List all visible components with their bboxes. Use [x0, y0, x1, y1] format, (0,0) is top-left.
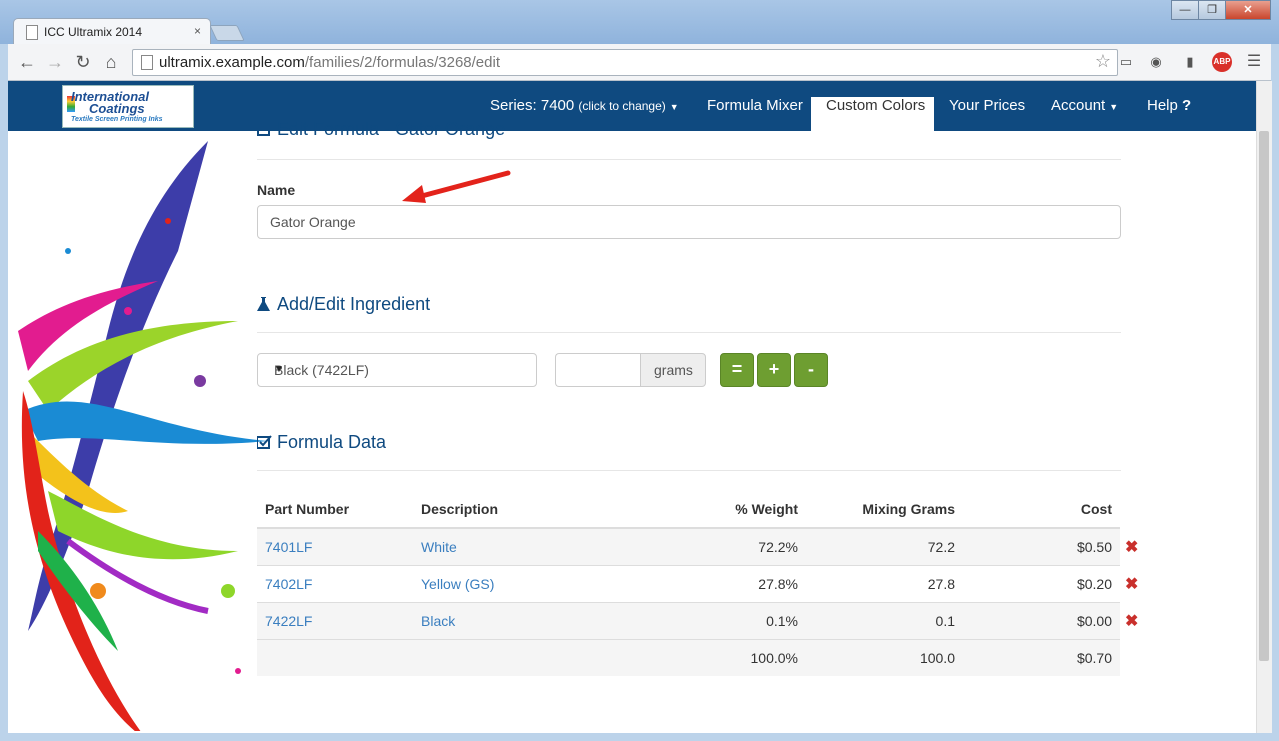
- international-coatings-logo[interactable]: International Coatings Textile Screen Pr…: [62, 85, 194, 128]
- add-edit-ingredient-heading: Add/Edit Ingredient: [257, 294, 430, 315]
- grams-addon: grams: [640, 353, 706, 387]
- part-number-link[interactable]: 7401LF: [265, 539, 312, 555]
- adblock-icon[interactable]: ABP: [1212, 52, 1232, 72]
- description-link[interactable]: Black: [421, 613, 455, 629]
- red-arrow-annotation-icon: [402, 170, 511, 203]
- tab-title: ICC Ultramix 2014: [44, 25, 143, 39]
- grams-cell: 27.8: [927, 576, 955, 592]
- tab-close-icon[interactable]: ×: [194, 24, 201, 38]
- bookmark-star-icon[interactable]: ☆: [1095, 51, 1111, 72]
- cost-cell: $0.50: [1076, 539, 1112, 555]
- part-number-link[interactable]: 7402LF: [265, 576, 312, 592]
- col-cost[interactable]: Cost: [1081, 501, 1112, 517]
- table-row: 7422LF Black 0.1% 0.1 $0.00: [257, 602, 1120, 639]
- ingredient-select[interactable]: Black (7422LF) ▼: [257, 353, 537, 387]
- maximize-button[interactable]: ❐: [1198, 0, 1226, 20]
- description-link[interactable]: White: [421, 539, 457, 555]
- set-grams-button[interactable]: =: [720, 353, 754, 387]
- description-link[interactable]: Yellow (GS): [421, 576, 494, 592]
- nav-account-dropdown[interactable]: Account ▼: [1051, 97, 1118, 114]
- total-grams: 100.0: [919, 650, 955, 666]
- page-icon: [141, 55, 153, 70]
- reload-icon[interactable]: ↻: [72, 51, 94, 73]
- forward-arrow-icon[interactable]: →: [44, 51, 66, 73]
- name-input[interactable]: Gator Orange: [257, 205, 1121, 239]
- nav-help[interactable]: Help ?: [1147, 97, 1191, 114]
- home-icon[interactable]: ⌂: [100, 51, 122, 73]
- delete-row-icon[interactable]: ✖: [1125, 611, 1138, 631]
- menu-icon[interactable]: ☰: [1244, 52, 1264, 72]
- weight-cell: 72.2%: [758, 539, 798, 555]
- formula-data-heading: Formula Data: [256, 432, 386, 453]
- tab-strip: ICC Ultramix 2014 × — ❐ ✕: [0, 0, 1279, 45]
- address-bar[interactable]: ultramix.example.com/families/2/formulas…: [132, 49, 1118, 76]
- nav-series-dropdown[interactable]: Series: 7400 (click to change) ▼: [490, 97, 679, 114]
- checklist-icon: [256, 433, 272, 449]
- scrollbar-thumb[interactable]: [1259, 131, 1269, 661]
- back-arrow-icon[interactable]: ←: [16, 51, 38, 73]
- name-input-value: Gator Orange: [270, 214, 356, 230]
- question-icon: ?: [1182, 97, 1192, 114]
- add-grams-button[interactable]: +: [757, 353, 791, 387]
- totals-row: 100.0% 100.0 $0.70: [257, 639, 1120, 676]
- page-content: International Coatings Textile Screen Pr…: [8, 81, 1256, 733]
- cost-cell: $0.00: [1076, 613, 1112, 629]
- logo-text-line2: Coatings: [89, 101, 145, 116]
- logo-tagline: Textile Screen Printing Inks: [71, 116, 163, 123]
- col-weight[interactable]: % Weight: [735, 501, 798, 517]
- divider: [257, 332, 1121, 333]
- nav-custom-colors[interactable]: Custom Colors: [826, 97, 925, 114]
- divider: [257, 159, 1121, 160]
- total-weight: 100.0%: [750, 650, 798, 666]
- browser-tab[interactable]: ICC Ultramix 2014 ×: [13, 18, 211, 45]
- browser-window: ICC Ultramix 2014 × — ❐ ✕ ← → ↻ ⌂ ultram…: [0, 0, 1279, 741]
- weight-cell: 27.8%: [758, 576, 798, 592]
- cast-icon[interactable]: ▭: [1116, 52, 1136, 72]
- col-description[interactable]: Description: [421, 501, 498, 517]
- minimize-button[interactable]: —: [1171, 0, 1199, 20]
- delete-row-icon[interactable]: ✖: [1125, 537, 1138, 557]
- edit-icon: [257, 123, 270, 136]
- close-window-button[interactable]: ✕: [1225, 0, 1271, 20]
- caret-down-icon: ▼: [669, 102, 679, 112]
- flask-icon: [257, 295, 270, 311]
- nav-formula-mixer[interactable]: Formula Mixer: [707, 97, 803, 114]
- edit-formula-heading: Edit Formula - Gator Orange: [257, 119, 505, 140]
- browser-toolbar: ← → ↻ ⌂ ultramix.example.com/families/2/…: [8, 44, 1271, 81]
- page-scrollbar[interactable]: [1256, 81, 1272, 733]
- subtract-grams-button[interactable]: -: [794, 353, 828, 387]
- grams-input[interactable]: [555, 353, 640, 387]
- extension-icon[interactable]: ◉: [1146, 52, 1166, 72]
- formula-table-header: Part Number Description % Weight Mixing …: [257, 491, 1120, 529]
- name-label: Name: [257, 182, 296, 198]
- grams-cell: 72.2: [927, 539, 955, 555]
- table-row: 7402LF Yellow (GS) 27.8% 27.8 $0.20: [257, 565, 1120, 602]
- divider: [257, 470, 1121, 471]
- col-part-number[interactable]: Part Number: [265, 501, 349, 517]
- weight-cell: 0.1%: [766, 613, 798, 629]
- url-text: ultramix.example.com/families/2/formulas…: [159, 54, 500, 71]
- site-navbar: International Coatings Textile Screen Pr…: [8, 81, 1256, 131]
- phone-extension-icon[interactable]: ▮: [1180, 52, 1200, 72]
- delete-row-icon[interactable]: ✖: [1125, 574, 1138, 594]
- part-number-link[interactable]: 7422LF: [265, 613, 312, 629]
- nav-your-prices[interactable]: Your Prices: [949, 97, 1025, 114]
- window-controls: — ❐ ✕: [1171, 0, 1271, 20]
- select-arrow-icon: ▼: [274, 364, 284, 375]
- caret-down-icon: ▼: [1109, 102, 1119, 112]
- grams-cell: 0.1: [935, 613, 955, 629]
- total-cost: $0.70: [1076, 650, 1112, 666]
- page-favicon-icon: [26, 25, 38, 40]
- col-mixing-grams[interactable]: Mixing Grams: [862, 501, 955, 517]
- table-row: 7401LF White 72.2% 72.2 $0.50: [257, 528, 1120, 565]
- paint-splash-image: [18, 141, 268, 731]
- new-tab-button[interactable]: [209, 25, 245, 41]
- cost-cell: $0.20: [1076, 576, 1112, 592]
